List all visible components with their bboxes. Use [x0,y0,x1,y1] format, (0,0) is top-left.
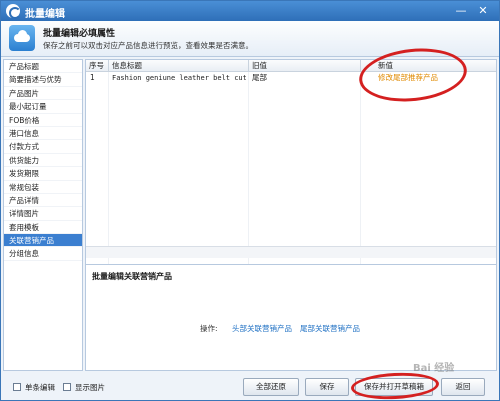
operation-label: 操作: [200,324,218,333]
row-number: 1 [90,73,95,82]
sidebar-item-payment[interactable]: 付款方式 [4,140,82,154]
sidebar-item-images[interactable]: 产品图片 [4,87,82,101]
sidebar-item-related-products[interactable]: 关联营销产品 [4,234,82,248]
sidebar-item-delivery[interactable]: 发货期限 [4,167,82,181]
tail-related-products-link[interactable]: 尾部关联营销产品 [300,323,360,334]
close-button[interactable]: ✕ [475,3,491,18]
show-images-checkbox[interactable] [63,383,71,391]
sidebar-item-details[interactable]: 产品详情 [4,194,82,208]
info-subtext: 保存之前可以双击对应产品信息进行预览，查看效果是否满意。 [43,41,253,50]
window-title: 批量编辑 [25,9,65,20]
sidebar-item-port[interactable]: 港口信息 [4,127,82,141]
sidebar-item-supply[interactable]: 供货能力 [4,154,82,168]
app-logo-icon [6,4,21,19]
restore-all-button[interactable]: 全部还原 [243,378,299,396]
column-separator [108,60,109,72]
back-button[interactable]: 返回 [441,378,485,396]
head-related-products-link[interactable]: 头部关联营销产品 [232,323,292,334]
save-button[interactable]: 保存 [305,378,349,396]
minimize-button[interactable]: — [453,3,469,18]
column-separator [248,60,249,72]
grid-body [86,84,496,264]
horizontal-scrollbar[interactable] [86,246,496,258]
batch-edit-window: 批量编辑 — ✕ 批量编辑必填属性 保存之前可以双击对应产品信息进行预览，查看效… [0,0,500,401]
sidebar-item-packaging[interactable]: 常规包装 [4,181,82,194]
sidebar-item-template[interactable]: 套用模板 [4,221,82,235]
single-edit-label: 单条编辑 [25,383,55,392]
column-header-no[interactable]: 序号 [89,60,104,72]
sidebar-item-group[interactable]: 分组信息 [4,247,82,261]
row-old-value: 尾部 [252,73,267,82]
sidebar-item-summary[interactable]: 简要描述与优势 [4,73,82,87]
row-title: Fashion geniune leather belt cut... [112,74,246,82]
watermark-text: Bai 经验 [413,363,455,374]
panel-title: 批量编辑关联营销产品 [92,272,172,281]
info-heading: 批量编辑必填属性 [43,29,116,39]
sidebar-item-moq[interactable]: 最小起订量 [4,100,82,114]
attribute-sidebar: 产品标题 简要描述与优势 产品图片 最小起订量 FOB价格 港口信息 付款方式 … [3,59,83,371]
single-edit-checkbox[interactable] [13,383,21,391]
show-images-label: 显示图片 [75,383,105,392]
column-header-old[interactable]: 旧值 [252,60,267,72]
cloud-icon [9,25,35,51]
related-products-panel: 批量编辑关联营销产品 操作: 头部关联营销产品 尾部关联营销产品 [86,264,496,370]
sidebar-item-title[interactable]: 产品标题 [4,60,82,74]
product-grid-panel: 序号 信息标题 旧值 新值 1 Fashion geniune leather … [85,59,497,371]
sidebar-item-detail-images[interactable]: 详情图片 [4,207,82,221]
title-bar: 批量编辑 — ✕ [1,1,499,21]
column-header-title[interactable]: 信息标题 [112,60,142,72]
sidebar-item-fob-price[interactable]: FOB价格 [4,114,82,127]
